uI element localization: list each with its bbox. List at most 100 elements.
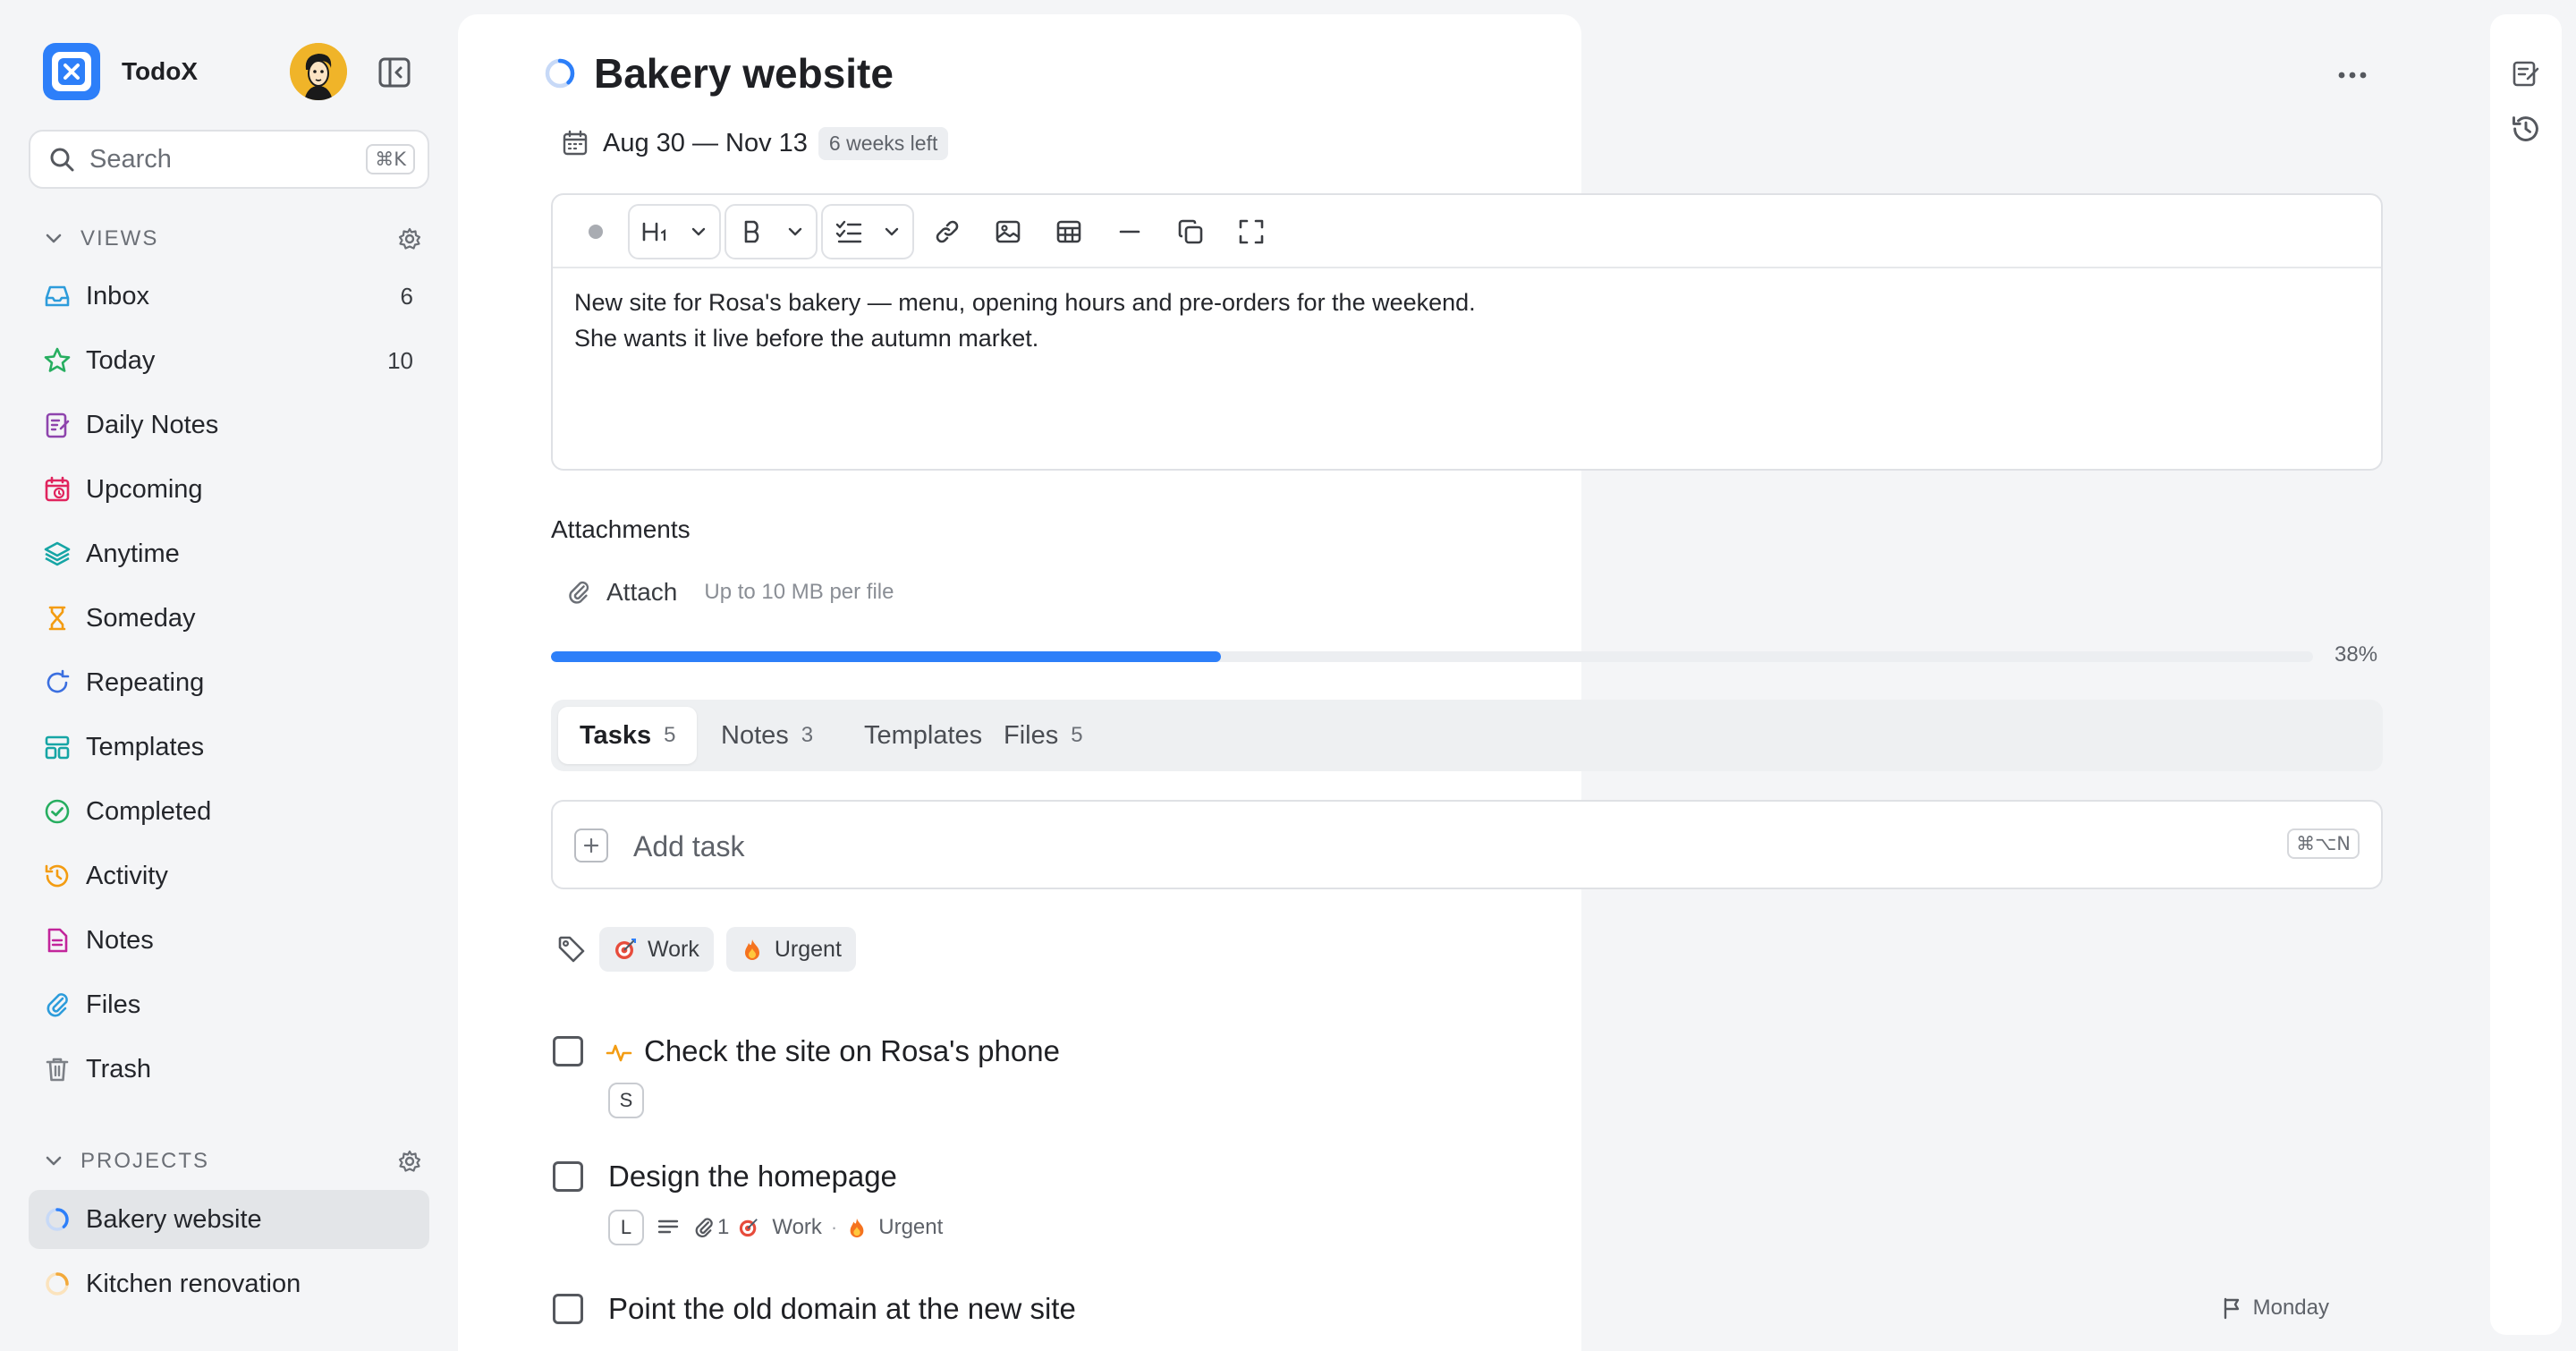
sidebar-item-daily-notes[interactable]: Daily Notes	[29, 395, 429, 455]
fire-icon	[850, 1218, 864, 1238]
description-text[interactable]: New site for Rosa's bakery — menu, openi…	[574, 285, 1476, 356]
description-lines-icon	[657, 1219, 679, 1234]
sidebar-project-kitchen-renovation[interactable]: Kitchen renovation	[29, 1254, 429, 1313]
sidebar-item-label: Repeating	[86, 667, 205, 697]
task-item[interactable]: Point the old domain at the new site Mon…	[551, 1287, 2383, 1351]
chevron-down-icon	[46, 1156, 62, 1166]
sidebar-item-inbox[interactable]: Inbox 6	[29, 267, 429, 326]
tab-tasks[interactable]: Tasks 5	[558, 707, 698, 764]
views-section-header[interactable]: VIEWS	[43, 221, 422, 257]
activity-icon	[606, 1044, 632, 1062]
sidebar-item-label: Completed	[86, 796, 212, 826]
sidebar-item-completed[interactable]: Completed	[29, 782, 429, 841]
divider-icon[interactable]	[1109, 206, 1150, 258]
sidebar-item-someday[interactable]: Someday	[29, 589, 429, 648]
tag-icon[interactable]	[556, 934, 587, 964]
sidebar-project-bakery-website[interactable]: Bakery website	[29, 1190, 429, 1249]
sidebar-collapse-icon[interactable]	[377, 55, 411, 89]
task-item[interactable]: Design the homepage L 1 Work · Urgent	[551, 1154, 2383, 1253]
task-checkbox[interactable]	[553, 1036, 583, 1066]
sidebar: TodoX Search ⌘K VIEWS Inbox 6 Today 10 D…	[0, 0, 458, 1351]
history-icon[interactable]	[2510, 113, 2542, 145]
tag-work[interactable]: Work	[599, 927, 714, 972]
sidebar-item-label: Bakery website	[86, 1204, 262, 1234]
bold-icon	[732, 206, 773, 258]
attachment-count: 1	[717, 1215, 730, 1239]
project-progress-icon	[46, 1208, 69, 1231]
separator-dot: ·	[830, 1216, 838, 1238]
chevron-down-icon	[46, 234, 62, 243]
add-task-input[interactable]: Add task ⌘⌥N	[551, 800, 2383, 889]
add-task-shortcut: ⌘⌥N	[2287, 828, 2360, 859]
gear-icon[interactable]	[397, 226, 422, 251]
task-item[interactable]: Check the site on Rosa's phone S	[551, 1029, 2383, 1127]
plus-icon	[574, 828, 608, 862]
more-options-icon[interactable]	[2334, 64, 2370, 86]
search-icon	[50, 148, 74, 172]
sidebar-item-label: Kitchen renovation	[86, 1269, 301, 1298]
app-name: TodoX	[122, 57, 199, 85]
sidebar-item-label: Trash	[86, 1054, 152, 1083]
attach-hint: Up to 10 MB per file	[704, 580, 894, 604]
sidebar-item-anytime[interactable]: Anytime	[29, 524, 429, 583]
star-icon	[44, 347, 71, 372]
sidebar-item-activity[interactable]: Activity	[29, 846, 429, 905]
sidebar-item-trash[interactable]: Trash	[29, 1040, 429, 1099]
calendar-clock-icon	[45, 476, 70, 502]
sidebar-item-repeating[interactable]: Repeating	[29, 653, 429, 712]
sidebar-item-notes[interactable]: Notes	[29, 911, 429, 970]
layers-icon	[44, 541, 71, 566]
chevron-down-icon	[685, 206, 712, 258]
avatar[interactable]	[290, 43, 347, 100]
description-editor[interactable]: New site for Rosa's bakery — menu, openi…	[551, 193, 2383, 471]
chevron-down-icon	[782, 206, 809, 258]
task-title[interactable]: Point the old domain at the new site	[608, 1292, 1076, 1326]
sidebar-item-today[interactable]: Today 10	[29, 331, 429, 390]
status-dot-icon[interactable]	[580, 206, 612, 258]
attach-button[interactable]: Attach Up to 10 MB per file	[565, 576, 894, 608]
project-dates[interactable]: Aug 30 — Nov 13 6 weeks left	[562, 125, 949, 161]
task-title[interactable]: Check the site on Rosa's phone	[644, 1034, 1060, 1068]
sidebar-item-templates[interactable]: Templates	[29, 718, 429, 777]
paperclip-icon	[569, 581, 589, 604]
tag-filter-row: Work Urgent	[556, 927, 856, 972]
sidebar-item-label: Anytime	[86, 539, 180, 568]
target-icon	[740, 1219, 758, 1237]
gear-icon[interactable]	[397, 1149, 422, 1174]
link-icon[interactable]	[927, 206, 968, 258]
page-title[interactable]: Bakery website	[594, 49, 894, 98]
edit-note-icon[interactable]	[2510, 57, 2542, 89]
fullscreen-icon[interactable]	[1231, 206, 1272, 258]
note-icon	[47, 928, 68, 953]
tab-templates[interactable]: Templates	[843, 707, 1004, 764]
task-checkbox[interactable]	[553, 1161, 583, 1192]
task-tag-work[interactable]: Work	[772, 1215, 822, 1240]
due-date[interactable]: Monday	[2221, 1296, 2329, 1321]
tag-urgent[interactable]: Urgent	[725, 927, 856, 972]
copy-icon[interactable]	[1170, 206, 1211, 258]
tag-label: Work	[648, 936, 699, 962]
table-icon[interactable]	[1048, 206, 1089, 258]
task-tag-urgent[interactable]: Urgent	[878, 1215, 943, 1240]
task-checkbox[interactable]	[553, 1294, 583, 1324]
size-badge[interactable]: L	[608, 1210, 644, 1245]
image-icon[interactable]	[987, 206, 1029, 258]
projects-section-header[interactable]: PROJECTS	[43, 1143, 422, 1179]
chevron-down-icon	[878, 206, 905, 258]
daily-notes-icon	[46, 412, 70, 438]
progress-bar	[551, 651, 2313, 662]
task-title[interactable]: Design the homepage	[608, 1160, 897, 1194]
sidebar-item-label: Files	[86, 990, 141, 1019]
size-badge[interactable]: S	[608, 1083, 644, 1118]
project-progress-icon	[545, 58, 575, 89]
description-line: She wants it live before the autumn mark…	[574, 325, 1039, 352]
editor-toolbar	[553, 195, 2381, 268]
sidebar-item-upcoming[interactable]: Upcoming	[29, 460, 429, 519]
tab-notes[interactable]: Notes 3	[699, 707, 835, 764]
tab-files[interactable]: Files 5	[982, 707, 1105, 764]
search-input[interactable]: Search ⌘K	[29, 130, 429, 189]
tab-label: Files	[1004, 720, 1059, 750]
tab-label: Templates	[864, 720, 983, 750]
task-meta: L 1 Work · Urgent	[608, 1210, 943, 1245]
sidebar-item-files[interactable]: Files	[29, 975, 429, 1034]
